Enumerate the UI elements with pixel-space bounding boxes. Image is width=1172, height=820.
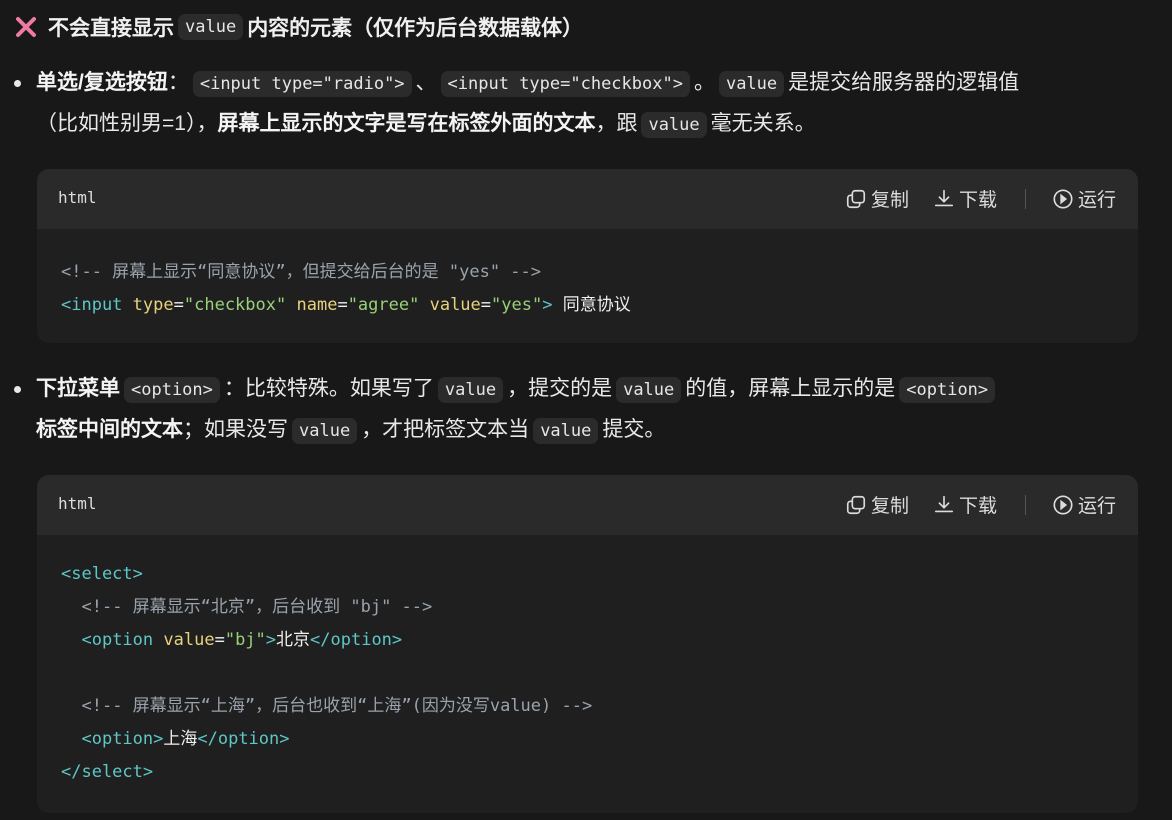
heading-text-after: 内容的元素（仅作为后台数据载体） (247, 17, 584, 40)
inline-code-radio: <input type="radio"> (192, 71, 412, 97)
code-comment: <!-- 屏幕上显示“同意协议”，但提交给后台的是 "yes" --> (61, 262, 541, 282)
code-language-label: html (58, 188, 97, 207)
inline-code-value: value (718, 71, 785, 97)
bullet2-text: 的值，屏幕上显示的是 (685, 377, 896, 400)
copy-icon (846, 189, 866, 208)
code-tag: <option> (81, 729, 164, 749)
code-text: 同意协议 (562, 295, 631, 315)
inline-code-value: value (292, 418, 358, 444)
download-icon (934, 189, 954, 206)
code-tag: </option> (197, 729, 290, 749)
heading-text-before: 不会直接显示 (48, 17, 174, 40)
code-body: <!-- 屏幕上显示“同意协议”，但提交给后台的是 "yes" --> <inp… (61, 262, 631, 315)
code-tag: <input (61, 295, 123, 315)
bullet1-line2-mid: ，跟 (595, 112, 638, 135)
code-string: "checkbox" (183, 295, 287, 315)
bullet1-line2-bold: 屏幕上显示的文字是写在标签外面的文本 (217, 112, 596, 135)
code-body: <select> <!-- 屏幕显示“北京”，后台收到 "bj" --> <op… (61, 564, 593, 782)
x-mark-icon (16, 17, 36, 37)
download-button[interactable]: 下载 (933, 491, 997, 518)
bullet1-tail: 是提交给服务器的逻辑值 (788, 71, 1020, 94)
download-label: 下载 (958, 190, 997, 211)
code-text: 北京 (276, 630, 311, 650)
code-tag: </option> (310, 630, 403, 650)
code-block-actions: 复制 下载 运行 (821, 185, 1116, 212)
code-string: "agree" (347, 295, 420, 315)
run-label: 运行 (1077, 190, 1116, 211)
bullet1-line2-tail: 毫无关系。 (710, 112, 816, 135)
actions-divider (1024, 188, 1026, 209)
inline-code-value: value (641, 112, 707, 138)
inline-code-checkbox: <input type="checkbox"> (440, 71, 690, 97)
code-block-actions: 复制 下载 运行 (821, 491, 1116, 518)
play-circle-icon (1053, 188, 1073, 209)
inline-code-option: <option> (124, 377, 220, 403)
code-string: "bj" (224, 630, 266, 650)
bullet2-line1: 下拉菜单 <option> ：比较特殊。如果写了 value ，提交的是 value 的值，… (36, 369, 999, 409)
bullet1-bold: 单选/复选按钮 (36, 71, 168, 94)
period: 。 (693, 71, 715, 94)
bullet2-text: ；如果没写 (183, 418, 288, 441)
code-tag: > (542, 295, 553, 315)
code-comment: <!-- 屏幕显示“北京”，后台收到 "bj" --> (81, 597, 433, 617)
code-block-header: html 复制 下载 运行 (37, 169, 1138, 229)
bullet1-line2-pre: （比如性别男=1）， (36, 112, 218, 135)
code-block-2: html 复制 下载 运行 <select> <!-- 屏幕显示“北京”，后台收… (37, 475, 1138, 813)
code-tag: > (265, 630, 277, 650)
code-block-header: html 复制 下载 运行 (37, 475, 1138, 535)
section-heading: 不会直接显示 value 内容的元素（仅作为后台数据载体） (14, 12, 583, 42)
run-button[interactable]: 运行 (1052, 185, 1116, 212)
code-attr: type (132, 295, 174, 315)
inline-code-option: <option> (899, 377, 996, 403)
heading-code: value (178, 14, 244, 40)
code-attr: value (429, 295, 481, 315)
inline-code-value: value (437, 377, 504, 403)
bullet2-line2-bold: 标签中间的文本 (36, 418, 183, 441)
code-language-label: html (58, 494, 97, 513)
copy-button[interactable]: 复制 (845, 491, 909, 518)
bullet2-text: ，才把标签文本当 (361, 418, 530, 441)
bullet-dot (14, 80, 21, 87)
bullet2-text: ：比较特殊。如果写了 (223, 377, 434, 400)
bullet2-line2: 标签中间的文本；如果没写 value ，才把标签文本当 value 提交。 (36, 410, 665, 450)
separator: 、 (415, 71, 437, 94)
inline-code-value: value (616, 377, 682, 403)
bullet2-text: 提交。 (602, 418, 666, 441)
copy-label: 复制 (870, 190, 909, 211)
code-comment: <!-- 屏幕显示“上海”，后台也收到“上海”(因为没写value) --> (81, 696, 593, 716)
copy-icon (846, 495, 866, 514)
download-icon (934, 495, 954, 512)
code-tag: <option (81, 630, 154, 650)
code-attr: name (296, 295, 338, 315)
run-label: 运行 (1077, 496, 1116, 517)
download-button[interactable]: 下载 (933, 185, 997, 212)
actions-divider (1024, 494, 1026, 515)
copy-button[interactable]: 复制 (845, 185, 909, 212)
bullet-dot (14, 386, 21, 393)
bullet2-bold: 下拉菜单 (36, 377, 120, 400)
play-circle-icon (1053, 494, 1073, 515)
bullet2-text: ，提交的是 (507, 377, 613, 400)
code-tag: <select> (61, 564, 143, 584)
bullet1-line2: （比如性别男=1），屏幕上显示的文字是写在标签外面的文本，跟 value 毫无关系。 (36, 104, 816, 144)
bullet1-line1: 单选/复选按钮： <input type="radio">、 <input type… (36, 63, 1019, 103)
run-button[interactable]: 运行 (1052, 491, 1116, 518)
inline-code-value: value (533, 418, 599, 444)
download-label: 下载 (958, 496, 997, 517)
code-attr: value (163, 630, 215, 650)
copy-label: 复制 (870, 496, 909, 517)
code-block-1: html 复制 下载 运行 <!-- 屏幕上显示“同意协议”，但提交给后台的是 … (37, 169, 1138, 343)
code-text: 上海 (163, 729, 198, 749)
code-tag: </select> (61, 762, 154, 782)
code-string: "yes" (491, 295, 543, 315)
colon: ： (167, 71, 189, 94)
